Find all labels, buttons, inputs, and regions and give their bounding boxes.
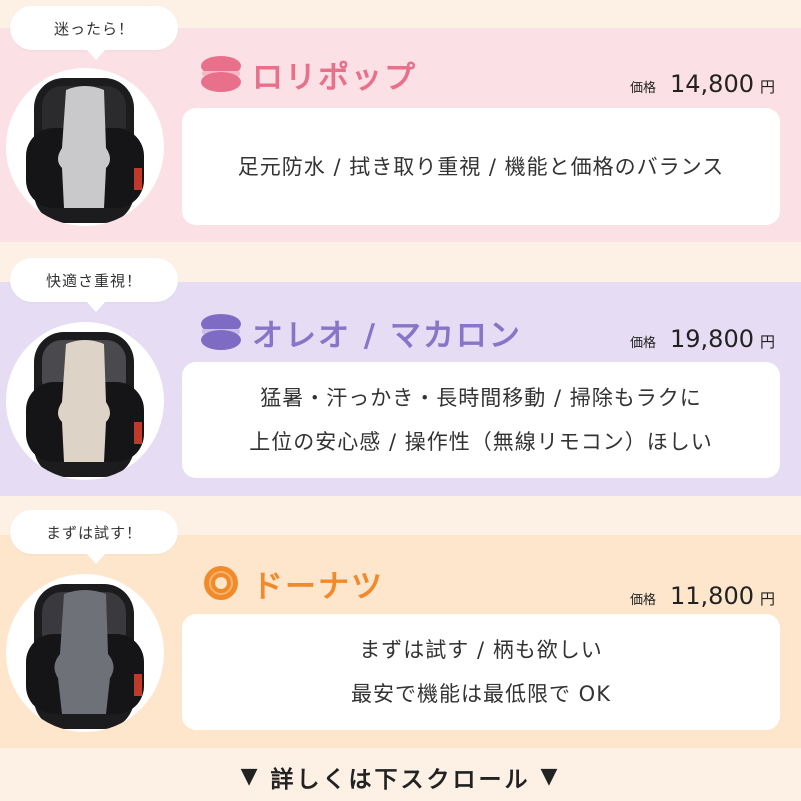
recommend-badge-label: 快適さ重視！ <box>45 271 142 290</box>
price: 価格 11,800 円 <box>630 582 775 612</box>
price: 価格 19,800 円 <box>630 325 775 355</box>
feature-line: 猛暑・汗っかき・長時間移動 / 掃除もラクに <box>260 386 702 410</box>
feature-card: 足元防水 / 拭き取り重視 / 機能と価格のバランス <box>182 108 780 225</box>
recommend-badge: まずは試す！ <box>10 510 178 564</box>
product-name: オレオ / マカロン <box>198 312 522 354</box>
scroll-down-hint[interactable]: ▼ 詳しくは下スクロール ▼ <box>0 752 801 801</box>
price-label: 価格 <box>629 81 656 96</box>
triangle-down-icon: ▼ <box>240 764 261 789</box>
price-value: 19,800 <box>670 325 754 353</box>
car-seat-photo <box>6 574 164 732</box>
price-value: 14,800 <box>670 70 754 98</box>
donut-orange-icon <box>198 563 244 603</box>
recommend-badge-label: まずは試す！ <box>45 523 142 542</box>
product-name: ドーナツ <box>198 563 384 605</box>
price-label: 価格 <box>629 593 656 608</box>
car-seat-image <box>26 584 144 729</box>
recommend-badge: 快適さ重視！ <box>10 258 178 312</box>
price: 価格 14,800 円 <box>630 70 775 100</box>
feature-card: 猛暑・汗っかき・長時間移動 / 掃除もラクに 上位の安心感 / 操作性（無線リモ… <box>182 362 780 478</box>
product-name: ロリポップ <box>198 54 417 96</box>
feature-line: 最安で機能は最低限で OK <box>351 682 611 706</box>
car-seat-image <box>26 78 144 223</box>
macaron-purple-icon <box>198 312 244 352</box>
seat-cushion-shape <box>58 86 110 208</box>
scroll-down-label: 詳しくは下スクロール <box>270 766 531 793</box>
recommend-badge-label: 迷ったら！ <box>53 19 134 38</box>
seat-cushion-shape <box>58 340 110 462</box>
product-name-label: ロリポップ <box>252 59 417 96</box>
price-currency: 円 <box>759 333 775 351</box>
recommend-badge: 迷ったら！ <box>10 6 178 60</box>
price-value: 11,800 <box>670 582 754 610</box>
price-currency: 円 <box>759 590 775 608</box>
price-label: 価格 <box>629 336 656 351</box>
product-name-label: ドーナツ <box>252 568 384 605</box>
macaron-pink-icon <box>198 54 244 94</box>
product-name-label: オレオ / マカロン <box>252 317 522 354</box>
triangle-down-icon: ▼ <box>540 764 561 789</box>
feature-card: まずは試す / 柄も欲しい 最安で機能は最低限で OK <box>182 614 780 730</box>
seat-cushion-shape <box>54 590 114 714</box>
feature-line: まずは試す / 柄も欲しい <box>359 638 603 662</box>
car-seat-image <box>26 332 144 477</box>
feature-line: 上位の安心感 / 操作性（無線リモコン）ほしい <box>249 430 713 454</box>
car-seat-photo <box>6 68 164 226</box>
car-seat-photo <box>6 322 164 480</box>
price-currency: 円 <box>759 78 775 96</box>
feature-line: 足元防水 / 拭き取り重視 / 機能と価格のバランス <box>237 154 725 179</box>
